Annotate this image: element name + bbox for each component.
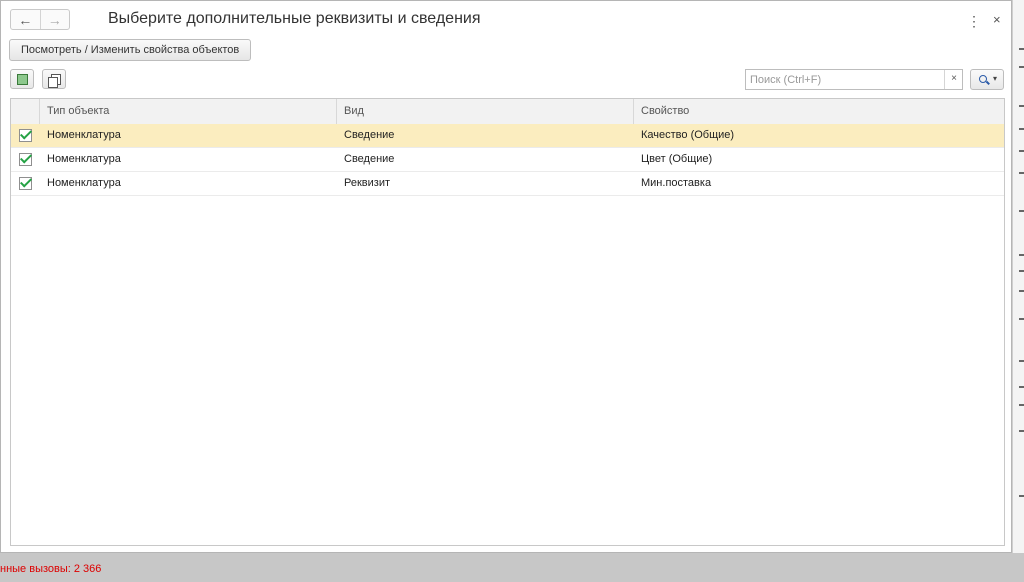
close-icon[interactable]: × — [993, 12, 1001, 27]
column-header-check — [11, 99, 39, 124]
status-bar — [0, 553, 1024, 582]
table-row[interactable]: Номенклатура Сведение Цвет (Общие) — [11, 148, 1004, 172]
check-all-button[interactable] — [10, 69, 34, 89]
cell-property: Мин.поставка — [641, 177, 712, 189]
search-input[interactable] — [746, 70, 943, 89]
navigation-buttons: ← → — [10, 9, 70, 30]
forward-button[interactable]: → — [39, 10, 70, 29]
table-row[interactable]: Номенклатура Сведение Качество (Общие) — [11, 124, 1004, 148]
cell-property: Качество (Общие) — [641, 129, 735, 141]
row-checkbox[interactable] — [19, 177, 32, 190]
cell-property: Цвет (Общие) — [641, 153, 713, 165]
cell-kind: Сведение — [344, 153, 395, 165]
row-checkbox[interactable] — [19, 129, 32, 142]
search-button[interactable]: ▾ — [970, 69, 1004, 90]
dialog-title: Выберите дополнительные реквизиты и свед… — [108, 10, 481, 27]
properties-table: Тип объекта Вид Свойство Номенклатура Св… — [10, 98, 1005, 546]
column-header-object-type[interactable]: Тип объекта — [39, 99, 337, 124]
search-clear-icon[interactable]: × — [944, 70, 963, 89]
more-options-icon[interactable]: ⋮ — [967, 13, 981, 30]
cell-kind: Сведение — [344, 129, 395, 141]
background-window-strip — [1012, 0, 1024, 582]
check-all-icon — [17, 72, 31, 85]
table-header: Тип объекта Вид Свойство — [11, 99, 1004, 125]
table-row[interactable]: Номенклатура Реквизит Мин.поставка — [11, 172, 1004, 196]
uncheck-all-icon — [48, 74, 61, 88]
status-text: нные вызовы: 2 366 — [0, 563, 102, 575]
dialog-window: ← → Выберите дополнительные реквизиты и … — [0, 0, 1012, 553]
view-edit-properties-button[interactable]: Посмотреть / Изменить свойства объектов — [9, 39, 252, 61]
chevron-down-icon: ▾ — [993, 74, 998, 83]
row-checkbox[interactable] — [19, 153, 32, 166]
search-box: × — [745, 69, 963, 90]
cell-kind: Реквизит — [344, 177, 390, 189]
search-icon — [979, 75, 987, 83]
cell-object-type: Номенклатура — [47, 177, 121, 189]
cell-object-type: Номенклатура — [47, 153, 121, 165]
back-button[interactable]: ← — [11, 10, 40, 29]
column-header-property[interactable]: Свойство — [633, 99, 1004, 124]
column-header-kind[interactable]: Вид — [336, 99, 634, 124]
uncheck-all-button[interactable] — [42, 69, 66, 89]
cell-object-type: Номенклатура — [47, 129, 121, 141]
